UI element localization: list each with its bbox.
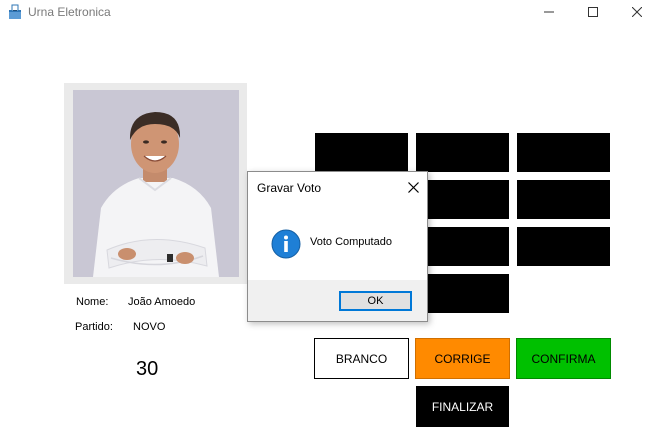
- vote-recorded-dialog: Gravar Voto Voto Computado OK: [247, 171, 428, 322]
- keypad-key-2[interactable]: [416, 133, 509, 172]
- title-bar: Urna Eletronica: [0, 0, 659, 24]
- info-icon: [271, 229, 301, 259]
- ballot-box-icon: [9, 4, 21, 19]
- finalizar-button[interactable]: FINALIZAR: [416, 386, 509, 427]
- close-icon: [632, 7, 642, 17]
- window-title: Urna Eletronica: [28, 5, 111, 19]
- name-value: João Amoedo: [128, 296, 196, 308]
- close-button[interactable]: [614, 0, 659, 24]
- confirma-button[interactable]: CONFIRMA: [516, 338, 611, 379]
- keypad-key-8[interactable]: [416, 227, 509, 266]
- keypad-key-6[interactable]: [517, 180, 610, 219]
- keypad-key-3[interactable]: [517, 133, 610, 172]
- maximize-icon: [588, 7, 598, 17]
- dialog-footer: OK: [248, 280, 427, 321]
- keypad-key-9[interactable]: [517, 227, 610, 266]
- maximize-button[interactable]: [570, 0, 616, 24]
- dialog-message: Voto Computado: [310, 236, 392, 248]
- candidate-number: 30: [136, 358, 159, 380]
- dialog-title: Gravar Voto: [257, 181, 322, 195]
- candidate-photo: [73, 90, 239, 277]
- dialog-close-button[interactable]: [401, 175, 425, 199]
- candidate-photo-frame: [64, 83, 247, 284]
- candidate-photo-illustration: [73, 90, 239, 277]
- keypad-key-1[interactable]: [315, 133, 408, 172]
- minimize-button[interactable]: [526, 0, 572, 24]
- minimize-icon: [544, 11, 554, 13]
- ok-button[interactable]: OK: [339, 291, 412, 311]
- branco-button[interactable]: BRANCO: [314, 338, 409, 379]
- party-value: NOVO: [133, 321, 166, 333]
- name-label: Nome:: [76, 296, 109, 308]
- party-label: Partido:: [75, 321, 113, 333]
- corrige-button[interactable]: CORRIGE: [415, 338, 510, 379]
- keypad-key-5[interactable]: [416, 180, 509, 219]
- keypad-key-0[interactable]: [416, 274, 509, 313]
- close-icon: [407, 181, 419, 193]
